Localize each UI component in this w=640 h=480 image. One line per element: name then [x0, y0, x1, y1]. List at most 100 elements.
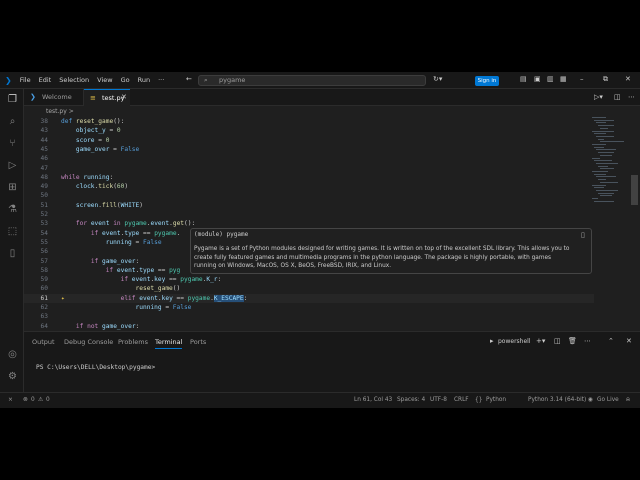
tab-ports[interactable]: Ports: [190, 338, 206, 346]
extensions-icon[interactable]: ⊞: [7, 182, 18, 193]
code-line[interactable]: 46: [24, 154, 594, 163]
tab-terminal[interactable]: Terminal: [155, 338, 183, 349]
code-line[interactable]: 49 clock.tick(60): [24, 182, 594, 191]
minimap-line: [596, 149, 616, 151]
minimap-line: [598, 125, 614, 127]
lightbulb-icon[interactable]: ✦: [61, 294, 65, 303]
terminal-prompt[interactable]: PS C:\Users\DELL\Desktop\pygame>: [36, 364, 155, 371]
code-line[interactable]: 38 def reset_game():: [24, 117, 594, 126]
menu-more[interactable]: ···: [158, 76, 164, 84]
source-control-icon[interactable]: ⑂: [7, 138, 18, 149]
kill-terminal-icon[interactable]: 🗑: [568, 337, 577, 345]
back-arrow-icon[interactable]: ←: [186, 75, 192, 83]
run-python-file-icon[interactable]: ▷▾: [594, 93, 603, 101]
tab-debug-console[interactable]: Debug Console: [64, 338, 113, 346]
code-line[interactable]: 53 for event in pygame.event.get():: [24, 219, 594, 228]
minimap-line: [596, 162, 618, 164]
line-number: 64: [40, 322, 48, 330]
menu-file[interactable]: File: [20, 76, 31, 84]
toggle-secondary-sidebar-icon[interactable]: ▥: [547, 75, 554, 83]
code-text: for event in pygame.event.get():: [75, 220, 196, 228]
language-mode[interactable]: Python: [486, 397, 506, 403]
tab-output[interactable]: Output: [32, 338, 55, 346]
error-count[interactable]: 0: [31, 397, 35, 403]
minimap-line: [594, 173, 606, 175]
code-line[interactable]: 61 elif event.key == pygame.K_ESCAPE: ✦: [24, 293, 594, 303]
panel-more-icon[interactable]: ⋯: [584, 337, 591, 345]
more-actions-icon[interactable]: ⋯: [628, 93, 635, 101]
indentation[interactable]: Spaces: 4: [397, 397, 425, 403]
cursor-position[interactable]: Ln 61, Col 43: [354, 397, 392, 403]
menu-view[interactable]: View: [97, 76, 112, 84]
line-number: 44: [40, 136, 48, 144]
code-line[interactable]: 43 object_y = 0: [24, 126, 594, 135]
split-editor-icon[interactable]: ◫: [614, 93, 621, 101]
code-line[interactable]: 59 if event.key == pygame.K_r:: [24, 275, 594, 284]
hover-signature: (module) pygame: [194, 231, 249, 238]
minimap[interactable]: [592, 117, 630, 207]
copilot-icon[interactable]: ↻▾: [433, 75, 442, 83]
containers-icon[interactable]: ▯: [7, 248, 18, 259]
maximize-panel-icon[interactable]: ⌃: [608, 337, 614, 345]
code-line[interactable]: 50: [24, 191, 594, 200]
search-icon[interactable]: ⌕: [7, 116, 18, 127]
maximize-icon[interactable]: ⧉: [603, 75, 608, 84]
tab-label: Welcome: [42, 93, 72, 101]
code-line[interactable]: 45 game_over = False: [24, 145, 594, 154]
tab-welcome[interactable]: ❯ Welcome: [24, 89, 84, 106]
menu-selection[interactable]: Selection: [59, 76, 89, 84]
code-line[interactable]: 44 score = 0: [24, 136, 594, 145]
braces-icon[interactable]: {}: [475, 397, 482, 403]
close-window-icon[interactable]: ✕: [625, 75, 631, 83]
settings-gear-icon[interactable]: ⚙: [7, 371, 18, 382]
notifications-bell-icon[interactable]: ⍾: [626, 397, 630, 404]
menu-go[interactable]: Go: [121, 76, 130, 84]
run-debug-icon[interactable]: ▷: [7, 160, 18, 171]
tab-problems[interactable]: Problems: [118, 338, 148, 346]
code-line[interactable]: 60 reset_game(): [24, 284, 594, 293]
code-line[interactable]: 62 running = False: [24, 303, 594, 312]
minimize-icon[interactable]: –: [580, 75, 584, 83]
explorer-icon[interactable]: ❐: [7, 94, 18, 105]
sign-in-button[interactable]: Sign in: [475, 76, 499, 86]
line-number: 47: [40, 164, 48, 172]
code-line[interactable]: 51 screen.fill(WHITE): [24, 201, 594, 210]
code-text: clock.tick(60): [75, 183, 129, 191]
minimap-line: [596, 122, 606, 124]
toggle-panel-icon[interactable]: ▣: [534, 75, 541, 83]
copy-icon[interactable]: ▯: [581, 231, 585, 239]
code-line[interactable]: 52: [24, 210, 594, 219]
encoding[interactable]: UTF-8: [430, 397, 447, 403]
minimap-line: [598, 179, 606, 181]
minimap-line: [598, 138, 604, 140]
go-live-button[interactable]: Go Live: [597, 397, 619, 403]
terminal-shell-label[interactable]: powershell: [498, 338, 531, 345]
toggle-sidebar-icon[interactable]: ▤: [520, 75, 527, 83]
code-line[interactable]: 48 while running:: [24, 173, 594, 182]
menu-edit[interactable]: Edit: [39, 76, 52, 84]
code-line[interactable]: 64 if not game_over:: [24, 322, 594, 331]
editor-scrollbar-thumb[interactable]: [631, 175, 638, 205]
remote-indicator-icon[interactable]: ⨯: [8, 397, 13, 403]
line-number: 50: [40, 192, 48, 200]
split-terminal-icon[interactable]: ◫: [554, 337, 561, 345]
new-terminal-icon[interactable]: +▾: [536, 337, 545, 345]
close-panel-icon[interactable]: ✕: [626, 337, 632, 345]
minimap-line: [598, 165, 608, 167]
minimap-line: [594, 200, 614, 202]
close-tab-icon[interactable]: ✕: [121, 89, 127, 106]
code-line[interactable]: 63: [24, 312, 594, 321]
remote-explorer-icon[interactable]: ⬚: [7, 226, 18, 237]
accounts-icon[interactable]: ◎: [7, 349, 18, 360]
line-ending[interactable]: CRLF: [454, 397, 469, 403]
minimap-line: [592, 184, 606, 186]
command-center-search[interactable]: ⌕ pygame: [198, 75, 426, 86]
code-text: running = False: [105, 238, 162, 246]
testing-icon[interactable]: ⚗: [7, 204, 18, 215]
code-line[interactable]: 47: [24, 164, 594, 173]
python-interpreter[interactable]: Python 3.14 (64-bit): [528, 397, 586, 403]
breadcrumb[interactable]: test.py >: [46, 108, 74, 115]
menu-run[interactable]: Run: [138, 76, 150, 84]
layout-icon[interactable]: ▦: [560, 75, 567, 83]
warning-count[interactable]: 0: [46, 397, 50, 403]
